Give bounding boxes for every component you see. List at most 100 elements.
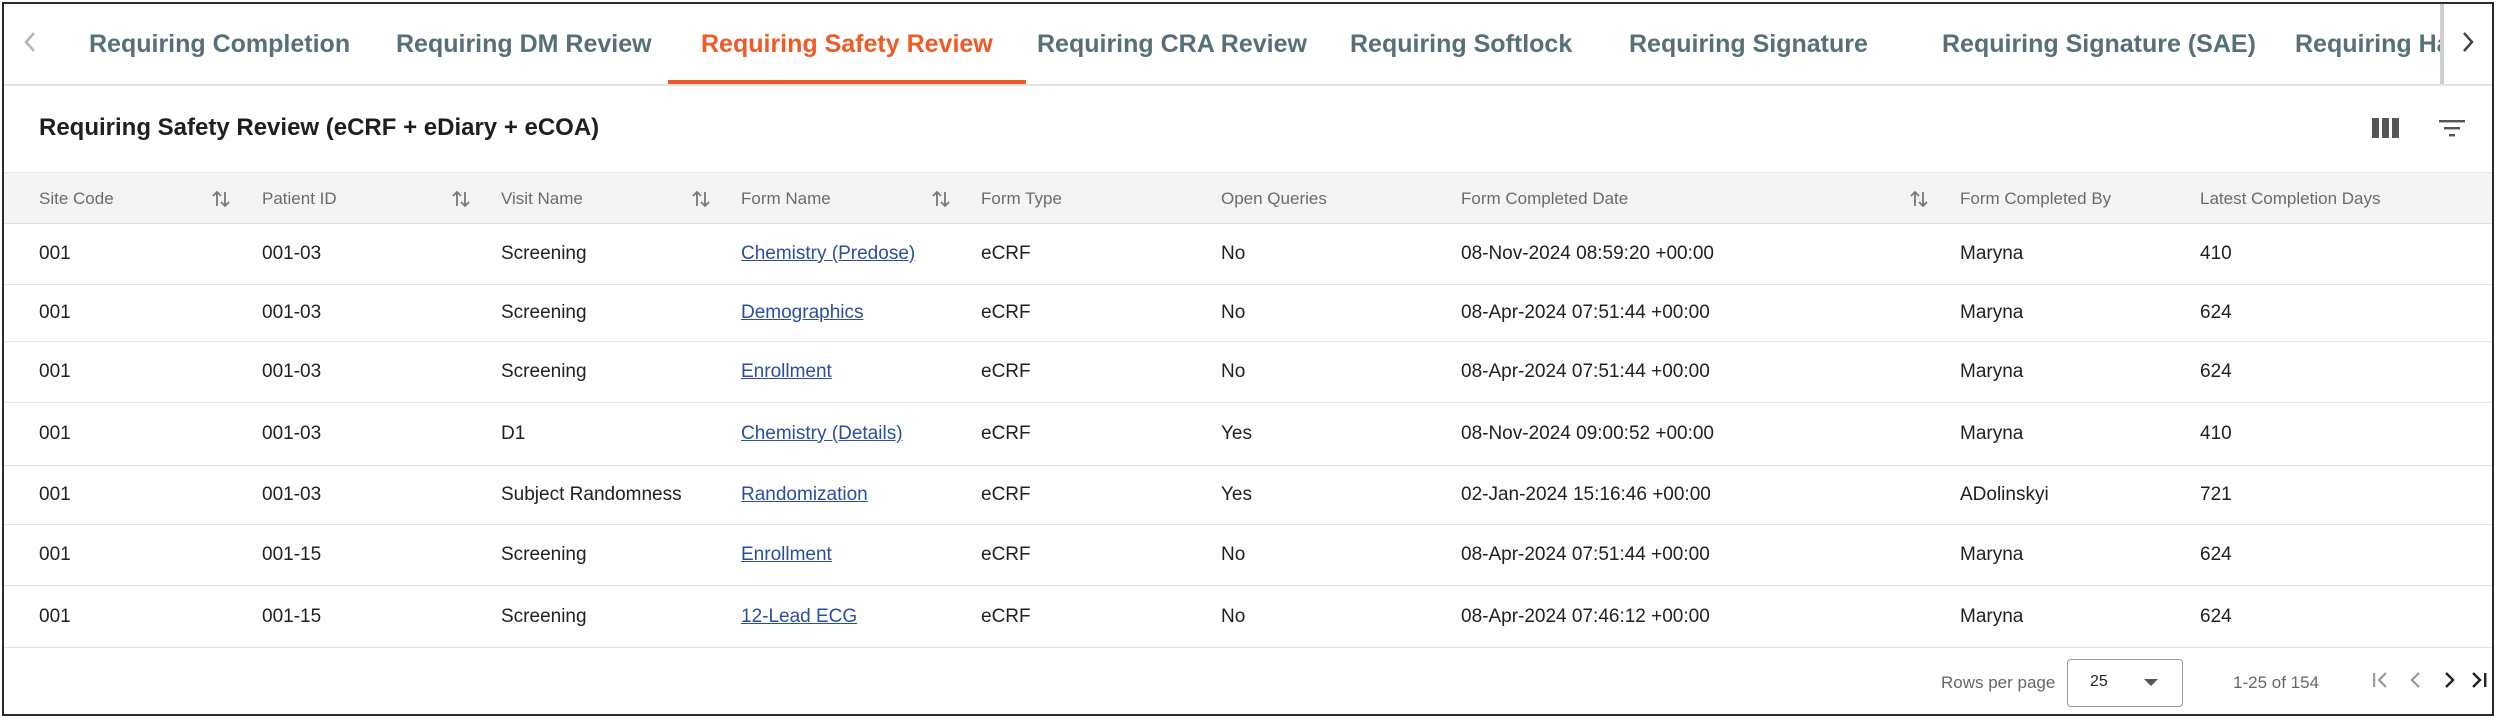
pagination-range: 1-25 of 154: [2233, 673, 2320, 692]
cell-visit-name: Screening: [501, 605, 587, 627]
cell-form-completed-by: Maryna: [1960, 544, 2024, 565]
tab-label: Requiring Completion: [89, 29, 351, 58]
tab-requiring-completion[interactable]: Requiring Completion: [56, 4, 383, 84]
next-page-button[interactable]: [2434, 667, 2464, 697]
tab-label: Requiring CRA Review: [1037, 29, 1307, 58]
pagination-bar: Rows per page 25 1-25 of 154: [4, 649, 2492, 714]
cell-patient-id: 001-03: [262, 302, 322, 323]
form-name-link[interactable]: Chemistry (Predose): [741, 243, 915, 265]
table-row[interactable]: 001 001-03 Screening Enrollment eCRF No …: [4, 342, 2492, 403]
table-row[interactable]: 001 001-15 Screening 12-Lead ECG eCRF No…: [4, 586, 2492, 648]
form-name-link[interactable]: Enrollment: [741, 544, 832, 566]
previous-page-button[interactable]: [2401, 667, 2431, 697]
sort-arrows-icon[interactable]: [690, 188, 712, 210]
cell-visit-name: Screening: [501, 302, 587, 323]
cell-open-queries: No: [1221, 243, 1246, 264]
tab-requiring-softlock[interactable]: Requiring Softlock: [1317, 4, 1605, 84]
caret-down-icon: [2144, 679, 2158, 686]
column-header-label: Form Type: [981, 189, 1062, 208]
columns-icon: [2371, 116, 2401, 145]
column-header-label: Open Queries: [1221, 189, 1327, 208]
tab-requiring-dm-review[interactable]: Requiring DM Review: [363, 4, 685, 84]
cell-visit-name: Screening: [501, 243, 587, 264]
form-name-link[interactable]: Chemistry (Details): [741, 423, 903, 445]
cell-site-code: 001: [39, 243, 71, 264]
cell-form-completed-date: 08-Apr-2024 07:51:44 +00:00: [1461, 544, 1710, 565]
tab-requiring-signature[interactable]: Requiring Signature: [1596, 4, 1901, 84]
form-name-link[interactable]: Demographics: [741, 302, 864, 324]
cell-form-type: eCRF: [981, 484, 1031, 505]
cell-form-completed-date: 08-Apr-2024 07:51:44 +00:00: [1461, 361, 1710, 382]
cell-patient-id: 001-03: [262, 243, 322, 264]
tab-list: Requiring Completion Requiring DM Review…: [56, 4, 2440, 84]
tab-bar: Requiring Completion Requiring DM Review…: [4, 4, 2492, 86]
cell-open-queries: Yes: [1221, 423, 1252, 444]
column-header-patient-id[interactable]: Patient ID: [262, 173, 337, 225]
cell-latest-completion-days: 624: [2200, 544, 2232, 565]
column-header-open-queries: Open Queries: [1221, 173, 1327, 225]
cell-form-completed-by: Maryna: [1960, 423, 2024, 444]
tab-requiring-signature-sae[interactable]: Requiring Signature (SAE): [1909, 4, 2289, 84]
sort-arrows-icon[interactable]: [450, 188, 472, 210]
first-page-button[interactable]: [2366, 667, 2396, 697]
cell-form-completed-date: 08-Nov-2024 08:59:20 +00:00: [1461, 243, 1715, 264]
filter-icon: [2438, 117, 2466, 144]
column-header-form-name[interactable]: Form Name: [741, 173, 831, 225]
tab-requiring-safety-review[interactable]: Requiring Safety Review: [668, 4, 1026, 84]
cell-form-completed-date: 08-Apr-2024 07:46:12 +00:00: [1461, 605, 1710, 627]
sort-arrows-icon[interactable]: [210, 188, 232, 210]
cell-form-type: eCRF: [981, 302, 1031, 323]
cell-form-type: eCRF: [981, 544, 1031, 565]
filter-button[interactable]: [2434, 114, 2470, 146]
last-page-button[interactable]: [2464, 667, 2492, 697]
chevron-right-icon: [2460, 30, 2476, 59]
table-row[interactable]: 001 001-03 D1 Chemistry (Details) eCRF Y…: [4, 403, 2492, 466]
table-row[interactable]: 001 001-15 Screening Enrollment eCRF No …: [4, 525, 2492, 586]
sort-arrows-icon[interactable]: [1908, 188, 1930, 210]
column-header-form-completed-date[interactable]: Form Completed Date: [1461, 173, 1628, 225]
app-frame: Requiring Completion Requiring DM Review…: [2, 2, 2494, 716]
cell-form-type: eCRF: [981, 361, 1031, 382]
tab-requiring-cra-review[interactable]: Requiring CRA Review: [1004, 4, 1340, 84]
cell-form-completed-by: Maryna: [1960, 302, 2024, 323]
table-row[interactable]: 001 001-03 Subject Randomness Randomizat…: [4, 466, 2492, 525]
tab-scroll-right-button[interactable]: [2440, 4, 2492, 84]
table-toolbar: Requiring Safety Review (eCRF + eDiary +…: [4, 86, 2492, 172]
tab-scroll-left-button[interactable]: [4, 4, 56, 84]
page-title: Requiring Safety Review (eCRF + eDiary +…: [39, 114, 600, 141]
column-header-label: Site Code: [39, 189, 114, 208]
first-page-icon: [2369, 669, 2393, 696]
cell-form-type: eCRF: [981, 243, 1031, 264]
cell-patient-id: 001-03: [262, 361, 322, 382]
column-header-site-code[interactable]: Site Code: [39, 173, 114, 225]
cell-patient-id: 001-03: [262, 484, 322, 505]
column-header-label: Visit Name: [501, 189, 583, 208]
tab-label: Requiring DM Review: [396, 29, 652, 58]
form-name-link[interactable]: 12-Lead ECG: [741, 606, 857, 628]
chevron-right-icon: [2439, 669, 2459, 696]
cell-latest-completion-days: 721: [2200, 484, 2232, 505]
column-header-label: Form Completed Date: [1461, 189, 1629, 208]
table-header: Site Code Patient ID Visit Name Form Nam…: [4, 172, 2492, 224]
cell-form-completed-by: Maryna: [1960, 605, 2024, 627]
rows-per-page-select[interactable]: 25: [2067, 659, 2183, 707]
tab-requiring-hardlock[interactable]: Requiring Hardl: [2262, 4, 2440, 84]
columns-button[interactable]: [2368, 114, 2404, 146]
column-header-label: Form Name: [741, 189, 831, 208]
form-name-link[interactable]: Randomization: [741, 484, 868, 506]
table-row[interactable]: 001 001-03 Screening Demographics eCRF N…: [4, 285, 2492, 342]
sort-arrows-icon[interactable]: [930, 188, 952, 210]
cell-form-completed-date: 08-Apr-2024 07:51:44 +00:00: [1461, 302, 1710, 323]
chevron-left-icon: [2406, 669, 2426, 696]
cell-visit-name: D1: [501, 423, 526, 444]
tab-label: Requiring Softlock: [1350, 29, 1573, 58]
cell-form-completed-by: ADolinskyi: [1960, 484, 2049, 505]
cell-open-queries: No: [1221, 361, 1246, 382]
table-row[interactable]: 001 001-03 Screening Chemistry (Predose)…: [4, 224, 2492, 285]
cell-open-queries: No: [1221, 605, 1246, 627]
form-name-link[interactable]: Enrollment: [741, 361, 832, 383]
column-header-visit-name[interactable]: Visit Name: [501, 173, 583, 225]
cell-open-queries: No: [1221, 302, 1246, 323]
column-header-label: Patient ID: [262, 189, 337, 208]
cell-form-completed-date: 02-Jan-2024 15:16:46 +00:00: [1461, 484, 1711, 505]
